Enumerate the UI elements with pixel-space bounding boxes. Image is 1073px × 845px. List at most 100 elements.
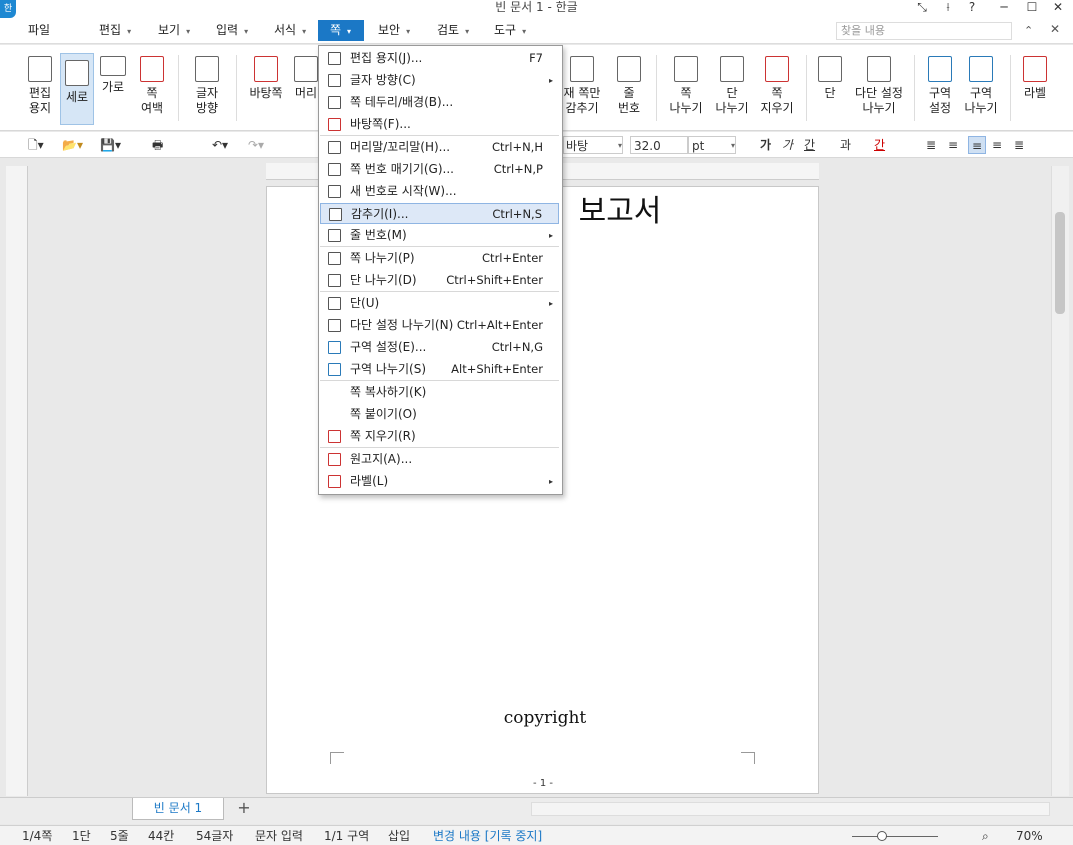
maximize-button[interactable]: ☐	[1020, 0, 1044, 14]
undo-icon[interactable]: ↶▾	[212, 136, 228, 154]
ribbon-label-button[interactable]: 라벨	[1018, 50, 1052, 101]
restore-layout-icon[interactable]: ⤡	[910, 0, 934, 14]
menu-item-label: 쪽 붙이기(O)	[350, 407, 417, 421]
italic-button[interactable]: 가	[782, 136, 793, 154]
zoom-slider-handle[interactable]	[877, 831, 887, 841]
ribbon-paper-button[interactable]: 편집 용지	[22, 50, 58, 116]
menu-item-label[interactable]: 라벨(L) ▸	[320, 471, 559, 492]
align-justify-icon[interactable]: ≣	[926, 136, 936, 154]
collapse-ribbon-icon[interactable]: ⌃	[1024, 24, 1033, 37]
document-footer-text[interactable]: copyright	[470, 708, 620, 728]
ribbon-text-direction-button[interactable]: 글자 방향	[188, 50, 226, 116]
menu-item-page-action-16[interactable]: 쪽 붙이기(O)	[320, 404, 559, 425]
menu-item-page-number[interactable]: 쪽 번호 매기기(G)... Ctrl+N,P	[320, 159, 559, 180]
status-insert[interactable]: 삽입	[388, 828, 410, 844]
menu-item-label: 다단 설정 나누기(N)	[350, 318, 454, 332]
menu-item-page-border[interactable]: 쪽 테두리/배경(B)...	[320, 92, 559, 113]
ribbon-header-button[interactable]: 머리	[292, 50, 320, 101]
menu-item-label: 쪽 지우기(R)	[350, 429, 416, 443]
menu-item-page-break[interactable]: 쪽 나누기(P) Ctrl+Enter	[320, 248, 559, 269]
underline-button[interactable]: 간	[804, 136, 815, 154]
menu-tools[interactable]: 도구 ▾	[488, 18, 532, 42]
menu-item-line-number[interactable]: 줄 번호(M) ▸	[320, 225, 559, 246]
menu-format[interactable]: 서식 ▾	[268, 18, 312, 42]
menu-file[interactable]: 파일	[22, 18, 56, 42]
help-icon[interactable]: ?	[960, 0, 984, 14]
menu-insert[interactable]: 입력 ▾	[210, 18, 254, 42]
tab-document[interactable]: 빈 문서 1	[132, 798, 224, 820]
ribbon-line-number-button[interactable]: 줄 번호	[612, 50, 646, 116]
font-size-input[interactable]: 32.0	[630, 136, 688, 154]
menu-item-text-direction[interactable]: 글자 방향(C) ▸	[320, 70, 559, 91]
align-center-icon[interactable]: ≡	[968, 136, 986, 154]
new-doc-icon[interactable]: 🗋▾	[28, 136, 44, 154]
menu-item-new-number[interactable]: 새 번호로 시작(W)...	[320, 181, 559, 202]
menu-item-columns[interactable]: 단(U) ▸	[320, 293, 559, 314]
save-icon[interactable]: 💾▾	[100, 136, 121, 154]
menu-item-label: 쪽 나누기(P)	[350, 251, 415, 265]
menu-review[interactable]: 검토 ▾	[431, 18, 475, 42]
align-left-icon[interactable]: ≡	[948, 136, 958, 154]
ribbon-columns-button[interactable]: 단	[814, 50, 846, 101]
add-tab-button[interactable]: +	[232, 799, 256, 819]
scroll-thumb[interactable]	[1055, 212, 1065, 314]
menu-item-multicolumn-break[interactable]: 다단 설정 나누기(N) Ctrl+Alt+Enter	[320, 315, 559, 336]
open-icon[interactable]: 📂▾	[62, 136, 83, 154]
menu-item-master-page[interactable]: 바탕쪽(F)...	[320, 114, 559, 135]
split-view-icon[interactable]: ⟊	[936, 0, 960, 14]
ribbon-delete-page-button[interactable]: 쪽 지우기	[756, 50, 798, 116]
ribbon-section-break-button[interactable]: 구역 나누기	[962, 50, 1000, 116]
font-unit-select[interactable]: pt ▾	[688, 136, 736, 154]
distribute-icon[interactable]: ≣	[1014, 136, 1024, 154]
menu-item-shortcut: F7	[529, 51, 543, 65]
zoom-slider[interactable]	[852, 836, 938, 837]
new-number-icon	[328, 185, 341, 198]
ribbon-landscape-button[interactable]: 가로	[96, 50, 130, 95]
menu-item-column-break[interactable]: 단 나누기(D) Ctrl+Shift+Enter	[320, 270, 559, 291]
ribbon-page-break-button[interactable]: 쪽 나누기	[668, 50, 704, 116]
print-icon[interactable]: 🖶	[152, 136, 163, 154]
menu-edit[interactable]: 편집 ▾	[93, 18, 137, 42]
menu-security[interactable]: 보안 ▾	[372, 18, 416, 42]
status-track-changes[interactable]: 변경 내용 [기록 중지]	[433, 828, 542, 844]
ribbon-margin-button[interactable]: 쪽 여백	[134, 50, 170, 116]
menu-item-paper[interactable]: 편집 용지(J)... F7	[320, 48, 559, 69]
strike-button[interactable]: 과	[840, 136, 851, 154]
font-color-button[interactable]: 간	[874, 136, 885, 154]
menu-item-delete-page[interactable]: 쪽 지우기(R)	[320, 426, 559, 447]
menu-item-section-settings[interactable]: 구역 설정(E)... Ctrl+N,G	[320, 337, 559, 358]
ribbon-hide-page-button[interactable]: 재 쪽만 감추기	[562, 50, 602, 116]
status-zoom[interactable]: 70%	[1016, 828, 1043, 844]
menu-item-label: 쪽 번호 매기기(G)...	[350, 162, 454, 176]
zoom-icon[interactable]: ⌕	[982, 828, 989, 844]
menu-item-hide[interactable]: 감추기(I)... Ctrl+N,S	[320, 203, 559, 224]
horizontal-scrollbar[interactable]	[531, 802, 1050, 816]
menu-view[interactable]: 보기 ▾	[152, 18, 196, 42]
document-title-text[interactable]: 보고서	[540, 186, 700, 230]
status-page[interactable]: 1/4쪽	[22, 828, 52, 844]
menu-item-manuscript[interactable]: 원고지(A)...	[320, 449, 559, 470]
ribbon-section-settings-button[interactable]: 구역 설정	[922, 50, 958, 116]
minimize-button[interactable]: ─	[992, 0, 1016, 14]
multicolumn-break-icon	[328, 319, 341, 332]
ribbon-multicolumn-break-button[interactable]: 다단 설정 나누기	[852, 50, 906, 116]
paper-icon	[328, 52, 341, 65]
search-input[interactable]: 찾을 내용	[836, 22, 1012, 40]
ribbon-portrait-button[interactable]: 세로	[60, 53, 94, 125]
ribbon-column-break-button[interactable]: 단 나누기	[712, 50, 752, 116]
hide-icon	[329, 208, 342, 221]
style-select[interactable]: 바탕 ▾	[563, 136, 623, 154]
menu-page[interactable]: 쪽 ▾	[318, 20, 364, 41]
ribbon-master-page-button[interactable]: 바탕쪽	[246, 50, 286, 101]
redo-icon[interactable]: ↷▾	[248, 136, 264, 154]
crop-mark-right	[741, 752, 755, 764]
bold-button[interactable]: 가	[760, 136, 771, 154]
vertical-ruler	[6, 166, 28, 796]
close-doc-icon[interactable]: ✕	[1050, 22, 1060, 36]
align-right-icon[interactable]: ≡	[992, 136, 1002, 154]
menu-separator	[320, 447, 559, 448]
menu-item-header-footer[interactable]: 머리말/꼬리말(H)... Ctrl+N,H	[320, 137, 559, 158]
menu-item-page-action-15[interactable]: 쪽 복사하기(K)	[320, 382, 559, 403]
menu-item-section-break[interactable]: 구역 나누기(S) Alt+Shift+Enter	[320, 359, 559, 380]
close-button[interactable]: ✕	[1046, 0, 1070, 14]
